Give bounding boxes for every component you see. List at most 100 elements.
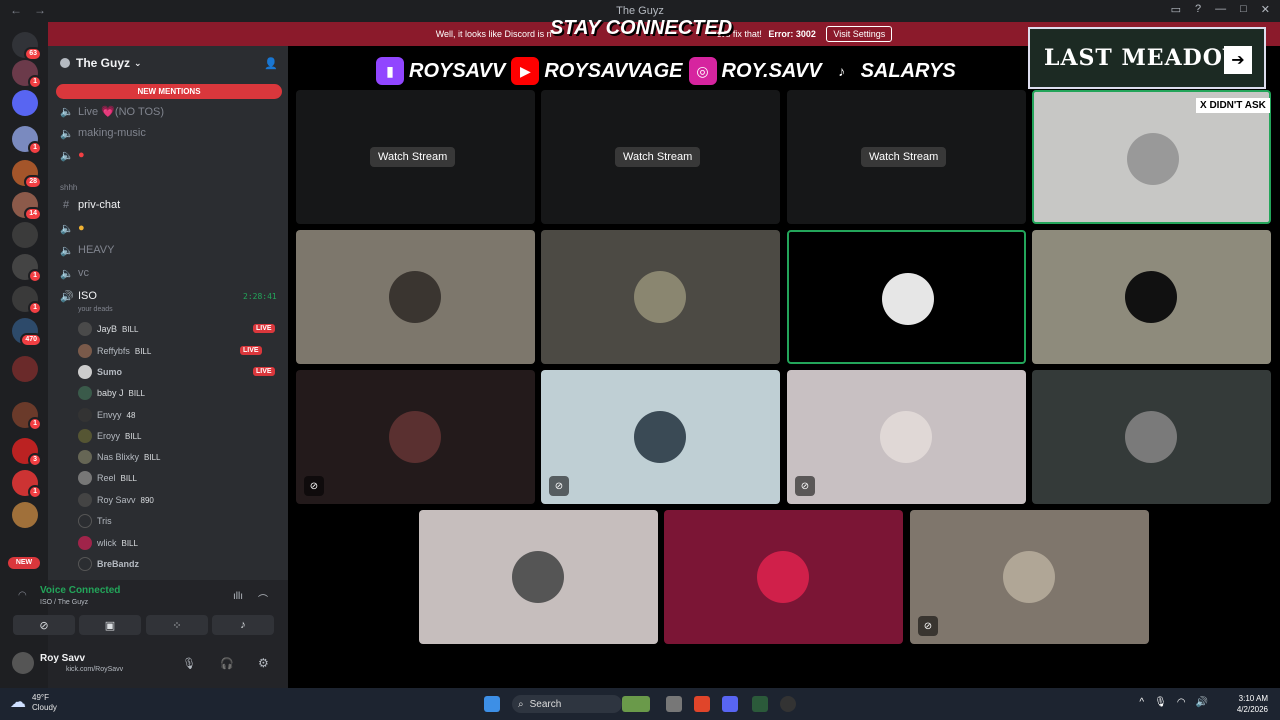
participant-tile[interactable]: ⊘ [296,370,535,504]
headphones-icon[interactable]: 🎧 [220,657,234,670]
avatar [634,411,686,463]
channel-live[interactable]: 🔈 Live 💗(NO TOS) [60,102,164,120]
stream-tile[interactable]: Watch Stream [296,90,535,224]
server-icon[interactable]: 14 [12,192,42,221]
server-icon[interactable]: 1 [12,286,42,315]
participant-tile[interactable]: ⊘ [541,370,780,504]
server-icon[interactable]: 28 [12,160,42,189]
camera-button[interactable]: ⊘ [13,615,75,635]
voice-member[interactable]: wlick BILL [78,534,138,552]
channel-vc[interactable]: 🔈 vc [60,264,89,282]
watch-stream-button[interactable]: Watch Stream [370,147,456,167]
visit-settings-button[interactable]: Visit Settings [826,26,893,42]
voice-member[interactable]: Tris [78,512,112,530]
server-icon[interactable] [12,502,38,528]
avatar [78,386,92,400]
arrow-right-icon: ➔ [1224,46,1252,74]
dm-home-icon[interactable]: 63 [12,32,42,61]
emoji-icon: ● [78,222,85,234]
user-avatar[interactable] [12,652,34,674]
speaker-icon: 🔊 [60,290,74,303]
voice-member[interactable]: Sumo [78,363,122,381]
channel-making-music[interactable]: 🔈 making-music [60,124,146,142]
voice-member[interactable]: BreBandz [78,555,139,573]
voice-member[interactable]: Reffybfs BILL [78,342,151,360]
channel-emoji-2[interactable]: 🔈 ● [60,219,85,237]
participant-tile[interactable]: ⊘ [910,510,1149,644]
search-box[interactable]: ⌕ Search [512,695,622,713]
start-icon[interactable] [484,696,500,712]
screen-share-button[interactable]: ▣ [79,615,141,635]
participant-tile[interactable] [664,510,903,644]
server-icon[interactable]: 1 [12,60,42,89]
voice-member[interactable]: baby J BILL [78,384,145,402]
close-button[interactable]: ✕ [1261,3,1270,16]
user-status: kick.com/RoySavv [66,666,124,673]
activities-button[interactable]: ⁘ [146,615,208,635]
discord-icon[interactable] [722,696,738,712]
voice-member[interactable]: Reel BILL [78,469,137,487]
noise-suppression-icon[interactable]: ıllı [233,591,243,602]
volume-icon[interactable]: 🔊 [1196,697,1208,708]
server-icon[interactable]: 3 [12,438,42,467]
participant-tile[interactable] [296,230,535,364]
taskbar: ☁ 49°F Cloudy ⌕ Search ^ 🎙 ◠ 🔊 3:10 AM 4/2… [0,688,1280,720]
mic-icon[interactable]: 🎙 [182,657,196,670]
participant-tile[interactable]: ⊘ [787,370,1026,504]
category-shhh[interactable]: shhh [60,183,77,192]
channel-heavy[interactable]: 🔈 HEAVY [60,241,114,259]
participant-tile[interactable] [1032,370,1271,504]
voice-member[interactable]: Roy Savv 890 [78,491,154,509]
speaker-icon: 🔈 [60,267,74,280]
watch-stream-button[interactable]: Watch Stream [861,147,947,167]
server-icon[interactable] [12,222,38,248]
stream-tile[interactable]: Watch Stream [541,90,780,224]
stream-tile[interactable]: Watch Stream [787,90,1026,224]
server-icon[interactable] [12,90,38,116]
server-icon[interactable]: 1 [12,126,42,155]
file-explorer-icon[interactable] [666,696,682,712]
channel-iso[interactable]: 🔊 ISO [60,287,97,305]
maximize-button[interactable]: □ [1240,3,1247,16]
excel-icon[interactable] [752,696,768,712]
voice-member[interactable]: Envyy 48 [78,406,135,424]
server-icon[interactable]: 1 [12,402,42,431]
guild-header[interactable]: The Guyz ⌄ 👤 [48,46,288,80]
channel-emoji[interactable]: 🔈 ● [60,146,85,164]
settings-gear-icon[interactable]: ⚙ [258,656,269,670]
soundboard-button[interactable]: ♪ [212,615,274,635]
server-icon[interactable]: 1 [12,254,42,283]
avatar [1125,411,1177,463]
voice-member[interactable]: JayB BILL [78,320,138,338]
participant-tile[interactable] [787,230,1026,364]
channel-priv-chat[interactable]: # priv-chat [60,196,120,214]
obs-icon[interactable] [780,696,796,712]
add-member-icon[interactable]: 👤 [264,57,278,70]
speaker-icon: 🔈 [60,149,74,162]
new-badge[interactable]: NEW [8,557,40,569]
inbox-icon[interactable]: ▭ [1171,3,1181,16]
clock[interactable]: 3:10 AM 4/2/2026 [1237,693,1268,715]
minimize-button[interactable]: — [1215,3,1226,16]
participant-tile[interactable] [419,510,658,644]
chevron-up-icon[interactable]: ^ [1139,697,1144,708]
brave-icon[interactable] [694,696,710,712]
help-icon[interactable]: ? [1195,3,1201,16]
server-icon[interactable]: 470 [12,318,42,347]
disconnect-icon[interactable]: ⌒ [258,591,268,606]
watch-stream-button[interactable]: Watch Stream [615,147,701,167]
weather-widget[interactable]: ☁ 49°F Cloudy [10,693,57,713]
server-icon[interactable] [12,356,38,382]
widget-icon[interactable] [622,696,650,712]
voice-location[interactable]: ISO / The Guyz [40,599,88,606]
voice-member[interactable]: Eroyy BILL [78,427,141,445]
server-icon[interactable]: 1 [12,470,42,499]
new-mentions-bar[interactable]: NEW MENTIONS [56,84,282,99]
user-name[interactable]: Roy Savv [40,653,85,664]
participant-tile[interactable] [541,230,780,364]
participant-tile[interactable] [1032,230,1271,364]
wifi-icon[interactable]: ◠ [1177,697,1186,708]
mic-icon[interactable]: 🎙 [1154,697,1167,708]
avatar [389,411,441,463]
voice-member[interactable]: Nas Blixky BILL [78,448,160,466]
